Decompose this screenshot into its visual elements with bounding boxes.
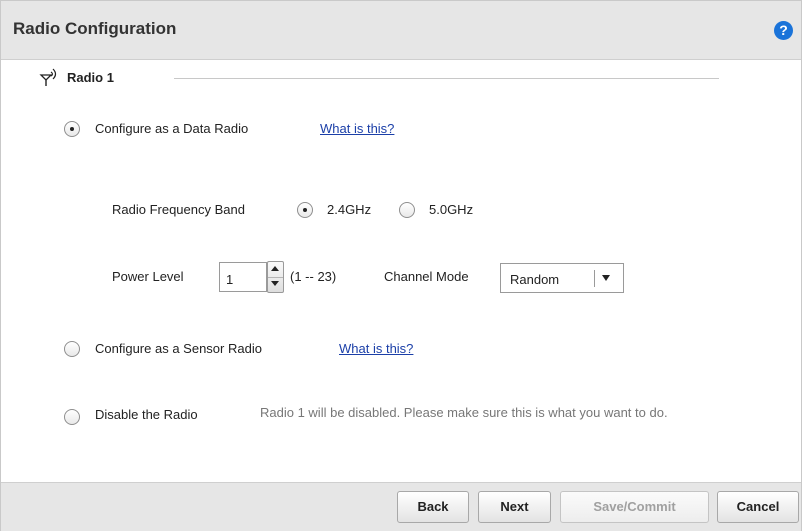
- power-level-value: 1: [226, 272, 234, 287]
- radio-configuration-dialog: Radio Configuration ? Radio 1 Configure …: [0, 0, 802, 531]
- channel-mode-select[interactable]: Random: [500, 263, 624, 293]
- disable-radio-label: Disable the Radio: [95, 407, 198, 422]
- channel-mode-label: Channel Mode: [384, 269, 469, 284]
- data-radio-option[interactable]: [64, 121, 80, 137]
- chevron-down-icon: [602, 275, 610, 281]
- frequency-2-4ghz-label: 2.4GHz: [327, 202, 372, 217]
- page-title: Radio Configuration: [13, 19, 177, 38]
- next-button[interactable]: Next: [478, 491, 551, 523]
- antenna-icon: [39, 68, 57, 86]
- power-level-range: (1 -- 23): [290, 269, 337, 284]
- cancel-button[interactable]: Cancel: [717, 491, 799, 523]
- data-radio-help-link[interactable]: What is this?: [320, 121, 394, 136]
- section-label: Radio 1: [67, 70, 114, 85]
- disable-radio-option[interactable]: [64, 409, 80, 425]
- frequency-2-4ghz-radio[interactable]: [297, 202, 313, 218]
- data-radio-label: Configure as a Data Radio: [95, 121, 249, 136]
- title-bar: Radio Configuration ?: [1, 1, 801, 60]
- channel-mode-value: Random: [510, 272, 560, 287]
- power-level-spinner: [267, 261, 284, 293]
- back-button[interactable]: Back: [397, 491, 469, 523]
- frequency-band-label: Radio Frequency Band: [112, 202, 245, 217]
- help-icon[interactable]: ?: [774, 21, 793, 40]
- frequency-5-0ghz-label: 5.0GHz: [429, 202, 474, 217]
- sensor-radio-label: Configure as a Sensor Radio: [95, 341, 262, 356]
- disable-radio-note: Radio 1 will be disabled. Please make su…: [260, 405, 668, 420]
- power-level-label: Power Level: [112, 269, 184, 284]
- spin-up-arrow-icon[interactable]: [268, 262, 283, 278]
- sensor-radio-option[interactable]: [64, 341, 80, 357]
- frequency-5-0ghz-radio[interactable]: [399, 202, 415, 218]
- select-divider: [594, 270, 595, 287]
- save-commit-button[interactable]: Save/Commit: [560, 491, 709, 523]
- power-level-input[interactable]: 1: [219, 262, 267, 292]
- sensor-radio-help-link[interactable]: What is this?: [339, 341, 413, 356]
- section-divider: [174, 78, 719, 79]
- spin-down-arrow-icon[interactable]: [268, 277, 283, 292]
